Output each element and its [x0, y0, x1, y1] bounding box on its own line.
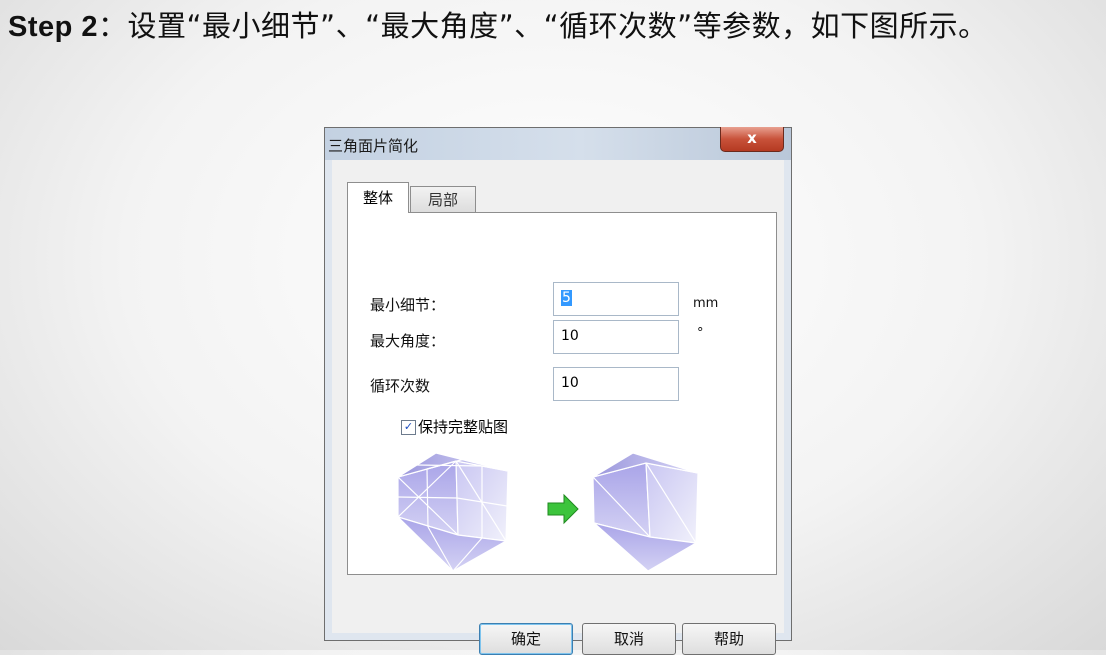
loop-count-value: 10: [561, 375, 579, 391]
max-angle-value: 10: [561, 328, 579, 344]
min-detail-input[interactable]: 5: [553, 282, 679, 316]
dialog-title: 三角面片简化: [328, 137, 419, 155]
loop-count-label: 循环次数: [370, 377, 431, 395]
detailed-mesh-cube: [398, 453, 509, 572]
caption-text: ：设置“最小细节”、“最大角度”、“循环次数”等参数，如下图所示。: [98, 9, 988, 43]
caption: Step 2：设置“最小细节”、“最大角度”、“循环次数”等参数，如下图所示。: [8, 6, 1103, 47]
min-detail-label: 最小细节：: [370, 296, 446, 314]
max-angle-input[interactable]: 10: [553, 320, 679, 354]
dialog-client: 整体 局部 最小细节： 5 mm 最大角度： 10 ° 循环次数 10 ✓ 保持…: [332, 160, 784, 655]
tab-overall[interactable]: 整体: [347, 182, 409, 213]
min-detail-value: 5: [561, 290, 572, 306]
tab-local[interactable]: 局部: [410, 186, 476, 213]
min-detail-unit: mm: [693, 296, 719, 311]
dialog-titlebar[interactable]: 三角面片简化 x: [325, 127, 791, 160]
help-button[interactable]: 帮助: [682, 623, 776, 655]
simplify-dialog: 三角面片简化 x 整体 局部 最小细节： 5 mm 最大角度： 10 ° 循环次…: [324, 127, 792, 655]
keep-texture-checkbox[interactable]: ✓: [401, 420, 416, 435]
checkmark-icon: ✓: [403, 420, 414, 433]
max-angle-label: 最大角度：: [370, 332, 446, 350]
max-angle-unit: °: [697, 326, 704, 341]
simplify-illustration: [398, 453, 699, 572]
simplified-mesh-cube: [592, 453, 699, 572]
cancel-button[interactable]: 取消: [582, 623, 676, 655]
keep-texture-label[interactable]: 保持完整贴图: [418, 416, 508, 437]
ok-button[interactable]: 确定: [479, 623, 573, 655]
arrow-right-icon: [547, 493, 579, 525]
tab-panel: 最小细节： 5 mm 最大角度： 10 ° 循环次数 10 ✓ 保持完整贴图: [347, 212, 777, 575]
close-button[interactable]: x: [720, 127, 784, 152]
close-icon: x: [747, 129, 757, 147]
loop-count-input[interactable]: 10: [553, 367, 679, 401]
caption-step: Step 2: [8, 11, 99, 43]
